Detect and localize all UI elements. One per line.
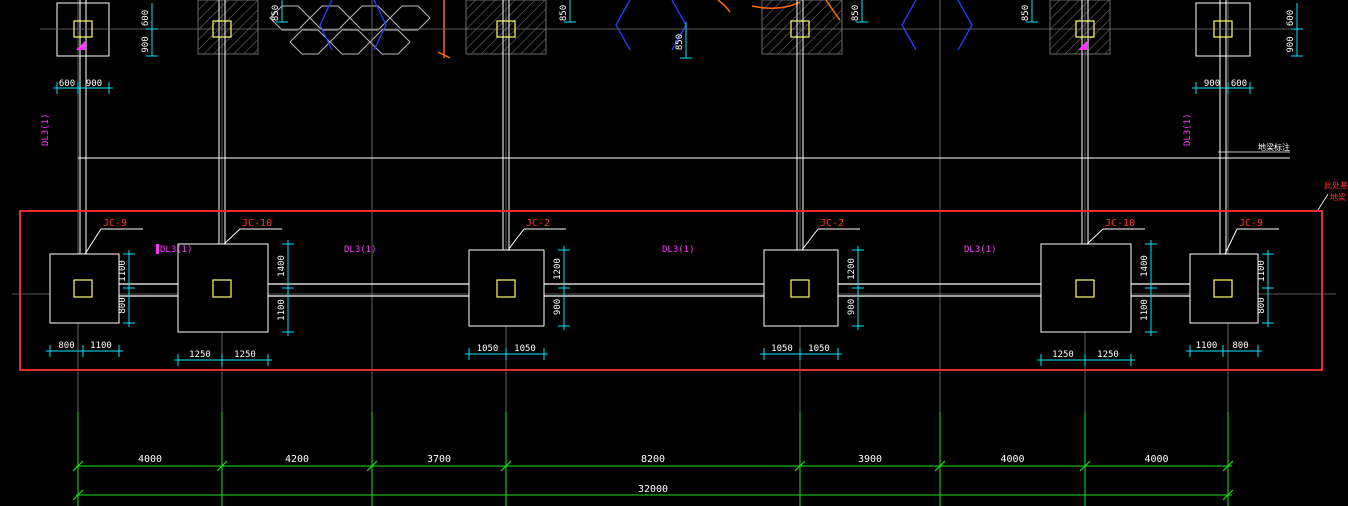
footing-label: JC-10 [242,218,272,229]
horizontal-dim-text: 1250 [1097,350,1119,360]
top-h-dim-text: 600 [1231,79,1247,89]
horizontal-dim-text: 1050 [808,344,830,354]
axis-spacing-label: 3900 [858,454,882,465]
top-blue-chevrons [319,0,973,51]
total-span-label: 32000 [638,484,668,495]
top-dim-text: 900 [1286,36,1296,52]
vertical-dim-text: 1200 [553,258,563,280]
vertical-dim-text: 800 [118,297,128,313]
beam-label: DL3(1) [662,245,695,255]
horizontal-dim-text: 1100 [1196,341,1218,351]
top-h-dim-text: 900 [86,79,102,89]
footing-column [212,279,232,298]
beam-label: DL3(1) [964,245,997,255]
top-dim-text: 850 [559,5,569,21]
top-hatched-pads [197,0,1111,55]
axis-spacing-label: 4000 [1000,454,1024,465]
horizontal-dim-text: 800 [58,341,74,351]
footing-label-leader [1086,228,1104,245]
vertical-dim-text: 1400 [1140,255,1150,277]
footing-column [496,279,516,298]
footing-label-leader [223,228,241,245]
footing-column [1075,279,1095,298]
corner-note-line-2: 地梁 [1330,192,1346,202]
horizontal-dim-text: 800 [1232,341,1248,351]
footing-group: JC-9 JC-10 JC-2 JC-2 JC-10 JC-9 DL3(1) DL3(1) DL… [49,20,1279,333]
horizontal-dim-text: 1250 [1052,350,1074,360]
vertical-dim-text: 1400 [277,255,287,277]
top-dim-text: 850 [271,5,281,21]
footing-label: JC-10 [1105,218,1135,229]
beam-label: DL3(1) [160,245,193,255]
axis-spacing-label: 4000 [138,454,162,465]
footing-label-leader [1224,228,1238,255]
top-h-dim-text: 600 [59,79,75,89]
footing-column [790,279,810,298]
vertical-dim-text: 1100 [277,299,287,321]
axis-spacing-label: 8200 [641,454,665,465]
horizontal-dim-text: 1050 [771,344,793,354]
footing-label: JC-9 [103,218,127,229]
top-dim-text: 900 [141,36,151,52]
vertical-dim-text: 1200 [847,258,857,280]
footing-column [1213,279,1233,298]
horizontal-dim-text: 1050 [477,344,499,354]
footing-column [73,279,93,298]
vertical-dim-text: 1100 [118,260,128,282]
vertical-dim-text: 900 [553,299,563,315]
top-hexagon-infill [269,5,431,55]
beam-label-right-vertical: DL3(1) [1183,113,1193,146]
beam-label: DL3(1) [344,245,377,255]
top-dim-text: 600 [141,10,151,26]
footing-label-leader [507,228,525,251]
horizontal-dim-text: 1250 [234,350,256,360]
footing-label: JC-2 [526,218,550,229]
vertical-dim-text: 800 [1257,297,1267,313]
vertical-dim-text: 1100 [1140,299,1150,321]
footing-label-leader [84,228,102,255]
footing-label-leader [801,228,819,251]
top-marker-left [76,40,86,50]
top-dim-text: 850 [1021,5,1031,21]
footing-label: JC-2 [820,218,844,229]
horizontal-dim-text: 1050 [514,344,536,354]
cad-drawing-canvas: 地梁标注 JC-9 JC-10 JC-2 JC-2 JC-10 JC-9 DL3(1) DL3… [12,0,1348,506]
beam-label-left-vertical: DL3(1) [41,113,51,146]
top-h-dim-text: 900 [1204,79,1220,89]
horizontal-dim-text: 1250 [189,350,211,360]
top-dim-text: 850 [675,34,685,50]
top-dim-text: 600 [1286,10,1296,26]
tie-beam-note: 地梁标注 [1258,142,1290,152]
corner-note-line-1: 此处基础 [1324,180,1348,190]
vertical-dim-text: 1100 [1257,260,1267,282]
vertical-dim-text: 900 [847,299,857,315]
horizontal-dim-text: 1100 [90,341,112,351]
top-dim-text: 850 [851,5,861,21]
axis-spacing-label: 3700 [427,454,451,465]
corner-note-leader [1317,193,1329,211]
beam-tag-marker [156,244,159,254]
axis-spacing-label: 4200 [285,454,309,465]
axis-spacing-label: 4000 [1144,454,1168,465]
footing-label: JC-9 [1239,218,1263,229]
